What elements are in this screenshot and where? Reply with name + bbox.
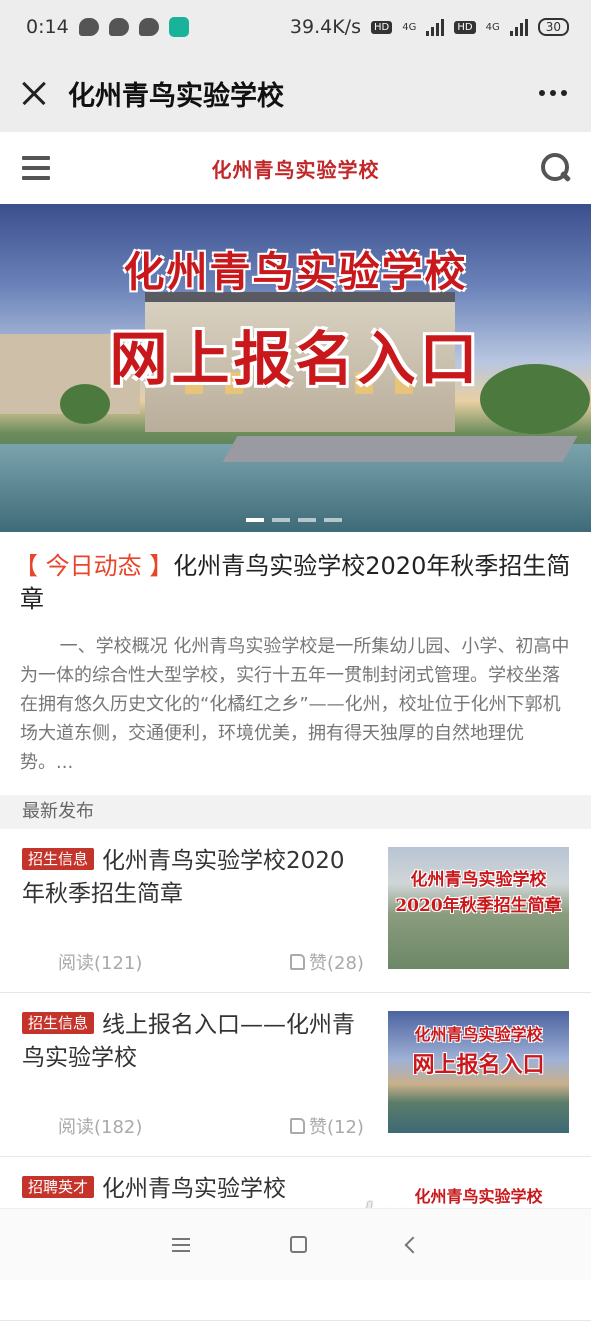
read-count: 阅读(182) bbox=[58, 1117, 143, 1138]
search-icon[interactable] bbox=[541, 153, 571, 183]
status-time: 0:14 bbox=[26, 16, 69, 38]
site-logo[interactable]: 化州青鸟实验学校 bbox=[212, 154, 380, 183]
like-count: 赞(12) bbox=[309, 1117, 364, 1138]
network-speed: 39.4K/s bbox=[289, 16, 361, 38]
banner-title: 化州青鸟实验学校 bbox=[123, 248, 468, 296]
like-button[interactable]: 赞(28) bbox=[290, 949, 364, 975]
like-count: 赞(28) bbox=[309, 953, 364, 974]
like-button[interactable]: 赞(12) bbox=[290, 1113, 364, 1139]
today-tag: 【 今日动态 】 bbox=[14, 552, 174, 580]
network-type: 4G bbox=[402, 21, 417, 33]
carousel-dot[interactable] bbox=[298, 518, 316, 522]
carousel-dot[interactable] bbox=[246, 518, 264, 522]
back-icon[interactable] bbox=[404, 1236, 422, 1253]
thumbnail-title: 化州青鸟实验学校 bbox=[414, 1025, 543, 1044]
news-thumbnail[interactable]: 化州青鸟实验学校 网上报名入口 bbox=[388, 1011, 569, 1133]
category-badge: 招聘英才 bbox=[22, 1176, 95, 1198]
home-icon[interactable] bbox=[290, 1236, 307, 1253]
status-right: 39.4K/s HD 4G HD 4G 30 bbox=[290, 16, 569, 38]
section-label-latest: 最新发布 bbox=[22, 801, 94, 822]
thumbnail-subtitle: 网上报名入口 bbox=[412, 1052, 545, 1078]
signal-icon bbox=[426, 18, 445, 36]
news-title: 招生信息 线上报名入口——化州青鸟实验学校 bbox=[22, 1009, 362, 1075]
wechat-icon bbox=[108, 18, 129, 36]
status-bar: 0:14 39.4K/s HD 4G HD 4G 30 bbox=[0, 0, 591, 54]
read-count: 阅读(121) bbox=[58, 953, 143, 974]
banner-pier bbox=[222, 436, 578, 462]
today-summary: 一、学校概况 化州青鸟实验学校是一所集幼儿园、小学、初高中为一体的综合性大型学校… bbox=[20, 636, 570, 773]
close-icon[interactable] bbox=[18, 77, 50, 109]
site-header: 化州青鸟实验学校 bbox=[0, 132, 591, 204]
wechat-icon bbox=[78, 18, 99, 36]
news-item[interactable]: 招生信息 线上报名入口——化州青鸟实验学校 阅读(182) 赞(12) 化州青鸟实… bbox=[0, 993, 591, 1157]
carousel-dot[interactable] bbox=[324, 518, 342, 522]
today-headline[interactable]: 【 今日动态 】化州青鸟实验学校2020年秋季招生简章 bbox=[14, 550, 571, 616]
carousel-dot[interactable] bbox=[272, 518, 290, 522]
news-title: 招生信息 化州青鸟实验学校2020年秋季招生简章 bbox=[22, 845, 362, 911]
carousel-indicators bbox=[246, 518, 342, 522]
hd-badge: HD bbox=[371, 20, 393, 34]
news-item[interactable]: 招生信息 化州青鸟实验学校2020年秋季招生简章 阅读(121) 赞(28) 化州… bbox=[0, 829, 591, 993]
thumbnail-title: 化州青鸟实验学校 bbox=[410, 870, 547, 890]
system-nav-bar bbox=[0, 1208, 591, 1280]
network-type: 4G bbox=[485, 21, 500, 33]
signal-icon bbox=[509, 18, 528, 36]
category-badge: 招生信息 bbox=[22, 1012, 95, 1034]
thumbs-up-icon bbox=[290, 954, 305, 970]
today-news-card[interactable]: 【 今日动态 】化州青鸟实验学校2020年秋季招生简章 一、学校概况 化州青鸟实… bbox=[0, 532, 591, 795]
news-thumbnail[interactable]: 化州青鸟实验学校 2020年秋季招生简章 bbox=[388, 847, 569, 969]
page-title: 化州青鸟实验学校 bbox=[68, 80, 284, 112]
thumbs-up-icon bbox=[290, 1118, 305, 1134]
wechat-icon bbox=[138, 18, 159, 36]
thumbnail-subtitle: 2020年秋季招生简章 bbox=[395, 896, 562, 916]
more-options-icon[interactable] bbox=[539, 90, 567, 96]
news-title-text: 化州青鸟实验学校 bbox=[102, 1176, 287, 1202]
banner-carousel[interactable]: 化州青鸟实验学校 网上报名入口 bbox=[0, 204, 591, 532]
webview-title-bar: 化州青鸟实验学校 bbox=[0, 54, 591, 132]
app-notification-icon bbox=[168, 17, 189, 37]
recent-apps-icon[interactable] bbox=[172, 1237, 190, 1252]
banner-subtitle: 网上报名入口 bbox=[109, 325, 482, 393]
hd-badge: HD bbox=[454, 20, 476, 34]
category-badge: 招生信息 bbox=[22, 848, 95, 870]
status-left: 0:14 bbox=[26, 16, 189, 38]
battery-icon: 30 bbox=[537, 18, 569, 36]
news-title: 招聘英才 化州青鸟实验学校 bbox=[22, 1173, 362, 1206]
menu-icon[interactable] bbox=[22, 156, 50, 180]
